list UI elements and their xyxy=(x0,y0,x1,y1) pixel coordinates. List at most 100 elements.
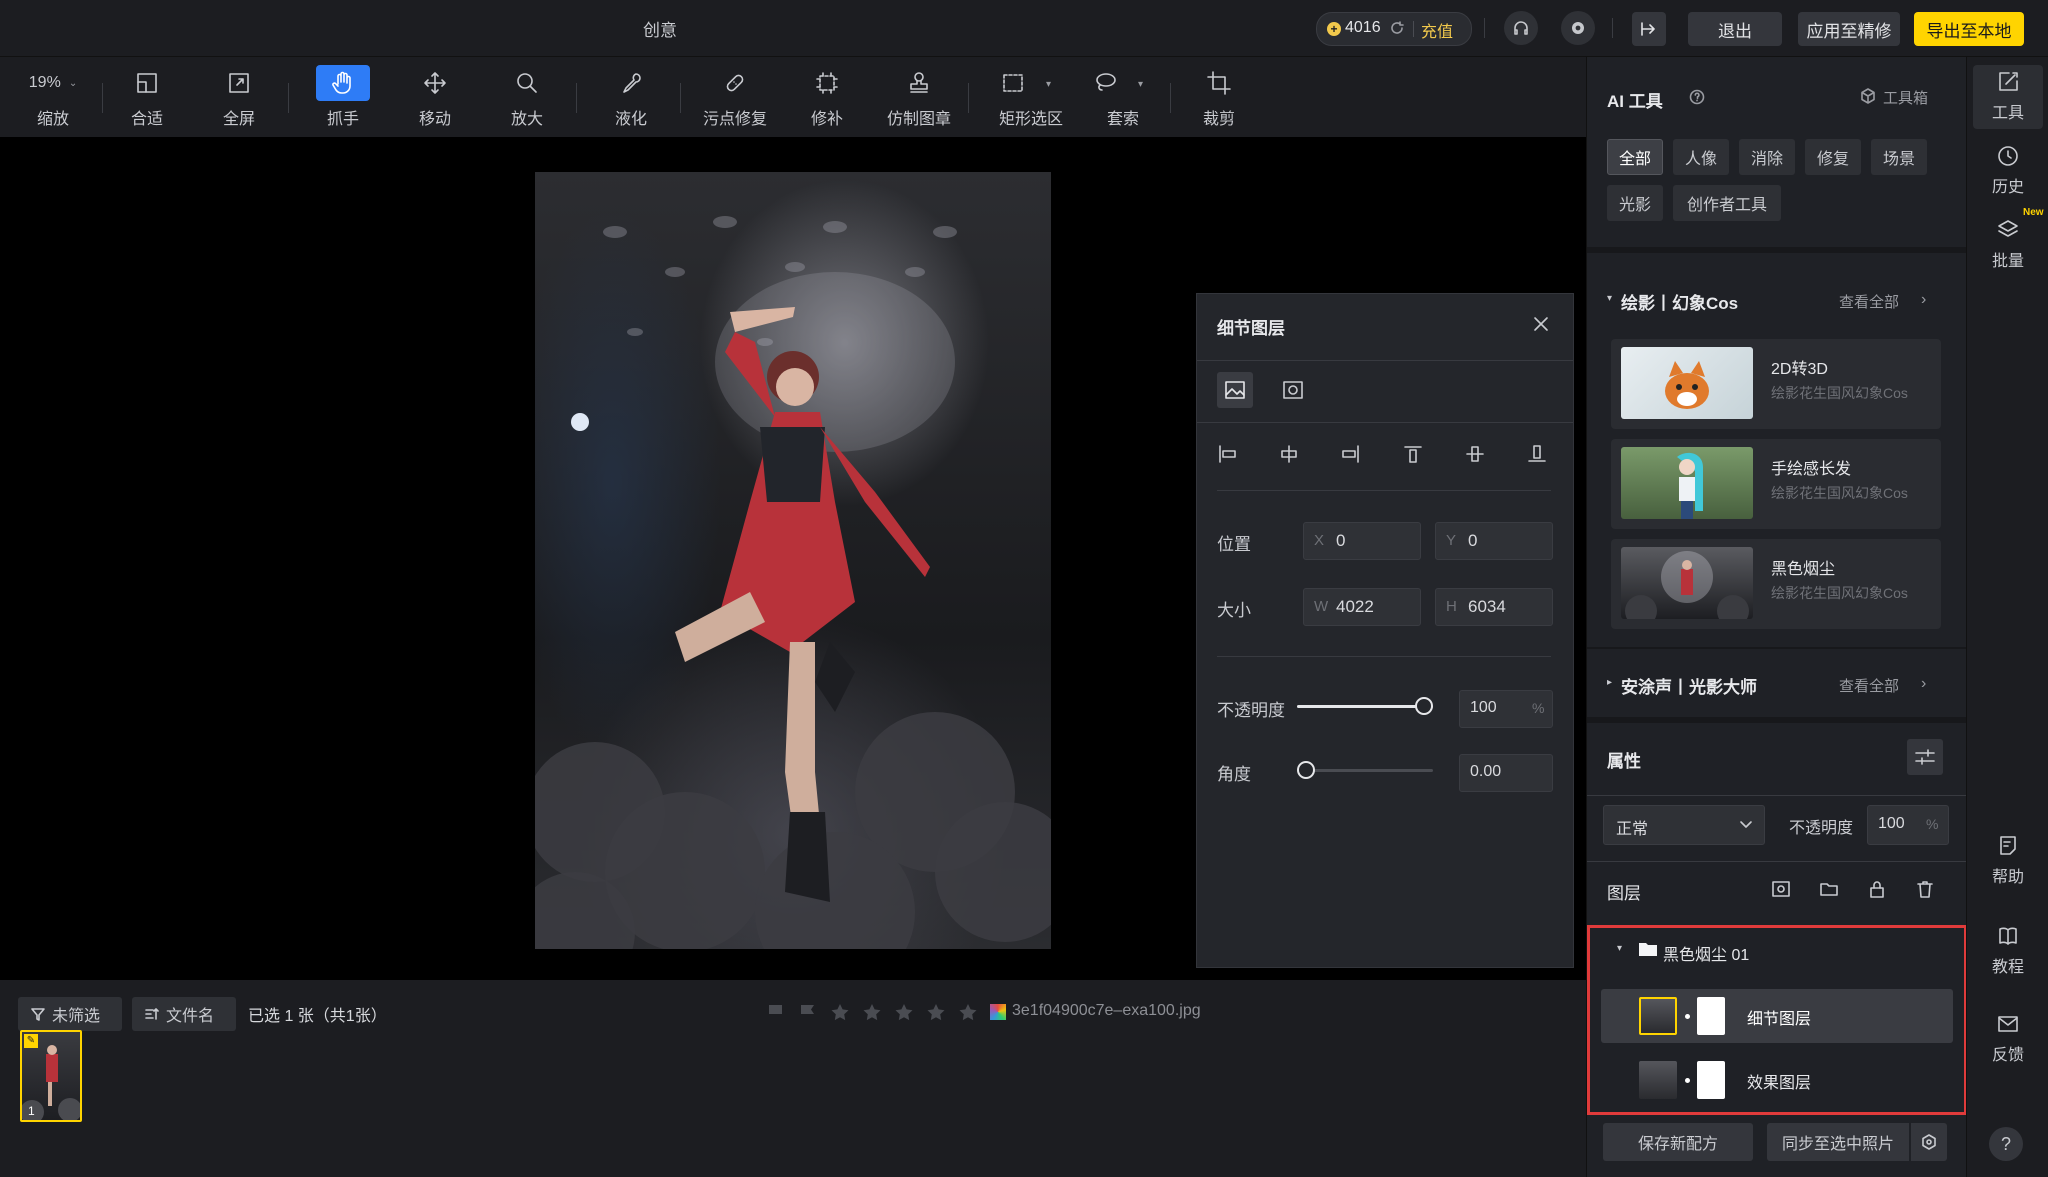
trash-icon[interactable] xyxy=(1915,879,1935,899)
see-all-link[interactable]: 查看全部 xyxy=(1839,291,1899,312)
rail-batch[interactable]: 批量 New xyxy=(1973,207,2044,277)
question-button[interactable]: ? xyxy=(1989,1127,2023,1161)
align-top-icon[interactable] xyxy=(1403,444,1423,464)
fullscreen-tool[interactable]: 全屏 xyxy=(202,65,276,131)
chip-creator-tools[interactable]: 创作者工具 xyxy=(1673,185,1781,221)
x-field[interactable]: X 0 xyxy=(1303,522,1421,560)
headset-icon[interactable] xyxy=(1504,11,1538,45)
settings-icon[interactable] xyxy=(1561,11,1595,45)
magnify-tool[interactable]: 放大 xyxy=(490,65,564,131)
card-subtitle: 绘影花生国风幻象Cos xyxy=(1771,585,1908,601)
width-field[interactable]: W 4022 xyxy=(1303,588,1421,626)
toolbox-link[interactable]: 工具箱 xyxy=(1859,87,1928,108)
fit-tool[interactable]: 合适 xyxy=(110,65,184,131)
caret-right-icon[interactable]: ▸ xyxy=(1607,677,1612,688)
sort-button[interactable]: 文件名 xyxy=(132,997,236,1031)
align-center-horizontal-icon[interactable] xyxy=(1279,444,1299,464)
angle-input[interactable]: 0.00 xyxy=(1459,754,1553,792)
opacity-input[interactable]: 100 % xyxy=(1867,805,1949,845)
pick-flag-icon[interactable] xyxy=(798,1003,818,1021)
filter-button[interactable]: 未筛选 xyxy=(18,997,122,1031)
chevron-right-icon[interactable]: › xyxy=(1921,675,1926,693)
liquify-tool[interactable]: 液化 xyxy=(594,65,668,131)
opacity-slider[interactable] xyxy=(1297,697,1433,715)
rail-feedback[interactable]: 反馈 xyxy=(1973,1007,2043,1071)
apply-to-retouch-button[interactable]: 应用至精修 xyxy=(1798,12,1900,46)
slider-knob[interactable] xyxy=(1415,697,1433,715)
chip-scene[interactable]: 场景 xyxy=(1871,139,1927,175)
align-left-icon[interactable] xyxy=(1217,444,1237,464)
export-button[interactable]: 导出至本地 xyxy=(1914,12,2024,46)
folder-icon[interactable] xyxy=(1819,879,1839,899)
blend-mode-select[interactable]: 正常 xyxy=(1603,805,1765,845)
rail-tools[interactable]: 工具 xyxy=(1973,65,2043,129)
align-bottom-icon[interactable] xyxy=(1527,444,1547,464)
patch-tool[interactable]: 修补 xyxy=(790,65,864,131)
slider-knob[interactable] xyxy=(1297,761,1315,779)
add-mask-icon[interactable] xyxy=(1771,879,1791,899)
chip-erase[interactable]: 消除 xyxy=(1739,139,1795,175)
chip-repair[interactable]: 修复 xyxy=(1805,139,1861,175)
recharge-link[interactable]: 充值 xyxy=(1421,18,1453,42)
info-icon[interactable] xyxy=(1689,89,1705,105)
star-icon[interactable] xyxy=(862,1003,882,1021)
lock-icon[interactable] xyxy=(1867,879,1887,899)
save-recipe-button[interactable]: 保存新配方 xyxy=(1603,1123,1753,1161)
hand-icon xyxy=(316,65,370,101)
y-field[interactable]: Y 0 xyxy=(1435,522,1553,560)
crop-tool[interactable]: 裁剪 xyxy=(1182,65,1256,131)
hand-tool[interactable]: 抓手 xyxy=(306,65,380,131)
book-icon xyxy=(1973,919,2043,953)
percent-unit: % xyxy=(1926,816,1939,832)
star-icon[interactable] xyxy=(894,1003,914,1021)
divider xyxy=(102,83,103,113)
chip-lighting[interactable]: 光影 xyxy=(1607,185,1663,221)
close-icon[interactable] xyxy=(1531,314,1551,334)
star-icon[interactable] xyxy=(830,1003,850,1021)
refresh-icon[interactable] xyxy=(1389,20,1405,36)
sync-settings-icon[interactable] xyxy=(1911,1123,1947,1161)
rail-history[interactable]: 历史 xyxy=(1973,139,2043,203)
credits-widget[interactable]: + 4016 充值 xyxy=(1316,12,1472,46)
sync-to-selected-button[interactable]: 同步至选中照片 xyxy=(1767,1123,1909,1161)
caret-down-icon[interactable]: ▾ xyxy=(1617,943,1622,954)
spot-heal-tool[interactable]: 污点修复 xyxy=(698,65,772,131)
adjust-sliders-icon[interactable] xyxy=(1907,739,1943,775)
see-all-link[interactable]: 查看全部 xyxy=(1839,675,1899,696)
reject-flag-icon[interactable] xyxy=(766,1003,786,1021)
image-layer-icon[interactable] xyxy=(1217,372,1253,408)
rect-select-tool[interactable]: ▾ 矩形选区 xyxy=(988,65,1074,131)
align-center-vertical-icon[interactable] xyxy=(1465,444,1485,464)
chip-all[interactable]: 全部 xyxy=(1607,139,1663,175)
height-field[interactable]: H 6034 xyxy=(1435,588,1553,626)
layer-row-effect[interactable]: 效果图层 xyxy=(1601,1053,1953,1107)
rail-help[interactable]: 帮助 xyxy=(1973,829,2043,893)
layer-group-name[interactable]: 黑色烟尘 01 xyxy=(1663,941,1749,965)
switch-icon[interactable] xyxy=(1632,12,1666,46)
caret-down-icon[interactable]: ▾ xyxy=(1607,293,1612,304)
ai-tool-card[interactable]: 2D转3D 绘影花生国风幻象Cos xyxy=(1611,339,1941,429)
chip-portrait[interactable]: 人像 xyxy=(1673,139,1729,175)
clone-stamp-tool[interactable]: 仿制图章 xyxy=(882,65,956,131)
layer-row-detail[interactable]: 细节图层 xyxy=(1601,989,1953,1043)
color-label-icon[interactable] xyxy=(990,1004,1006,1020)
angle-slider[interactable] xyxy=(1297,761,1433,779)
rail-tutorial[interactable]: 教程 xyxy=(1973,919,2043,983)
star-icon[interactable] xyxy=(958,1003,978,1021)
ai-tool-card[interactable]: 手绘感长发 绘影花生国风幻象Cos xyxy=(1611,439,1941,529)
ai-tool-card[interactable]: 黑色烟尘 绘影花生国风幻象Cos xyxy=(1611,539,1941,629)
chevron-down-icon[interactable]: ▾ xyxy=(1138,79,1143,90)
photo-thumbnail[interactable]: ✎ 1 xyxy=(20,1030,82,1122)
chevron-down-icon[interactable]: ▾ xyxy=(1046,79,1051,90)
zoom-tool[interactable]: 19% ⌄ 缩放 xyxy=(16,65,90,131)
lasso-tool[interactable]: ▾ 套索 xyxy=(1080,65,1166,131)
opacity-input[interactable]: 100 % xyxy=(1459,690,1553,728)
star-icon[interactable] xyxy=(926,1003,946,1021)
move-tool[interactable]: 移动 xyxy=(398,65,472,131)
photo-preview[interactable] xyxy=(535,172,1051,949)
mask-layer-icon[interactable] xyxy=(1275,372,1311,408)
chevron-right-icon[interactable]: › xyxy=(1921,291,1926,309)
clock-icon xyxy=(1973,139,2043,173)
align-right-icon[interactable] xyxy=(1341,444,1361,464)
exit-button[interactable]: 退出 xyxy=(1688,12,1782,46)
